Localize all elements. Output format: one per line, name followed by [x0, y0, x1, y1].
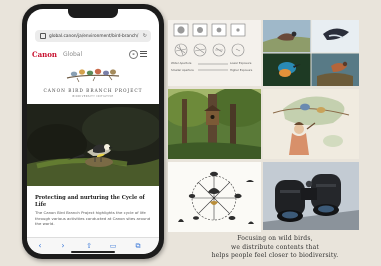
menu-icon[interactable] — [140, 51, 147, 58]
article-title[interactable]: Protecting and nurturing the Cycle of Li… — [35, 195, 153, 208]
tile-ecosystem-cycle — [168, 162, 261, 232]
label-lower-exposure: Lower Exposure — [230, 61, 252, 65]
forward-icon[interactable]: › — [58, 241, 68, 251]
phone-notch — [68, 9, 118, 18]
tile-forest-birdhouse — [168, 89, 261, 159]
project-title: CANON BIRD BRANCH PROJECT — [43, 89, 143, 94]
tile-lens-diagram: Wider Aperture Smaller Aperture Lower Ex… — [168, 20, 261, 86]
page-caption: Focusing on wild birds, we distribute co… — [190, 235, 360, 261]
caption-line-2: we distribute contents that — [231, 243, 319, 251]
caption-line-1: Focusing on wild birds, — [237, 235, 313, 242]
tile-binoculars — [263, 162, 359, 230]
project-subtitle: BIODIVERSITY INITIATIVE — [72, 95, 114, 98]
label-smaller-aperture: Smaller Aperture — [171, 68, 194, 72]
caption-line-3: helps people feel closer to biodiversity… — [211, 252, 339, 259]
back-icon[interactable]: ‹ — [35, 241, 45, 251]
phone-mockup: global.canon/ja/environment/bird-branch/… — [22, 4, 164, 259]
lock-icon — [40, 33, 46, 39]
canon-logo[interactable]: Canon — [32, 50, 57, 59]
bird-branch-logo — [66, 68, 120, 83]
reload-icon[interactable]: ↻ — [143, 33, 147, 39]
lens-diagram-graphic — [173, 23, 246, 71]
phone-screen: global.canon/ja/environment/bird-branch/… — [27, 9, 159, 254]
label-wider-aperture: Wider Aperture — [171, 61, 192, 65]
language-button[interactable]: ⊕ — [129, 50, 138, 59]
bookmarks-icon[interactable]: ▭ — [108, 241, 118, 251]
tile-bird-photos — [263, 20, 359, 86]
region-label: Global — [63, 51, 83, 58]
tabs-icon[interactable]: ⧉ — [133, 241, 143, 251]
hero-image-wagtail — [27, 104, 159, 186]
share-icon[interactable]: ⇧ — [84, 241, 94, 251]
label-higher-exposure: Higher Exposure — [230, 68, 253, 72]
url-text: global.canon/ja/environment/bird-branch/ — [49, 33, 139, 39]
home-indicator — [71, 251, 115, 253]
browser-address-bar[interactable]: global.canon/ja/environment/bird-branch/… — [35, 30, 151, 42]
article-body: The Canon Bird Branch Project highlights… — [35, 210, 151, 227]
tile-illustration-birdwatcher — [263, 89, 359, 159]
